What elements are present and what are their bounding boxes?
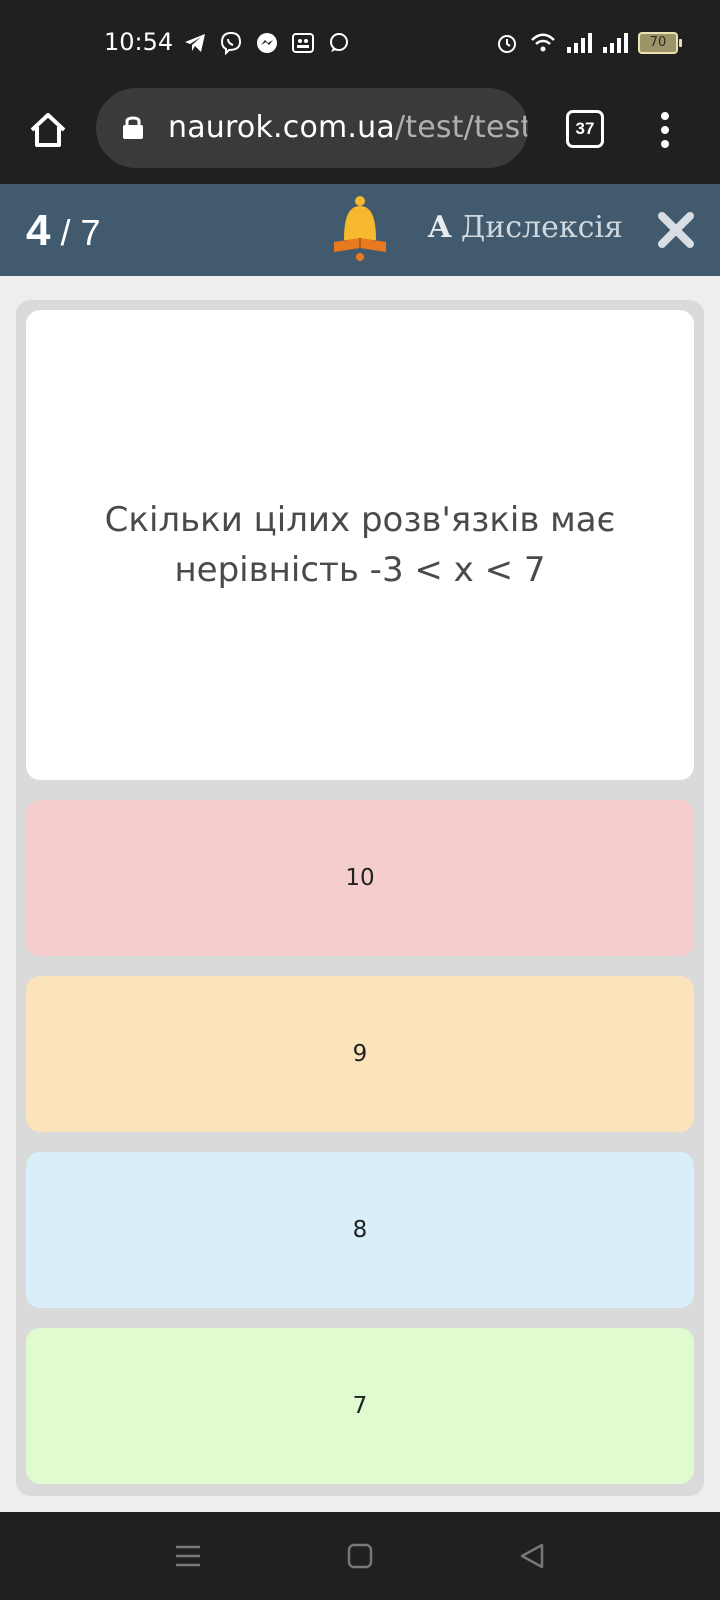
- question-card: Скільки цілих розв'язків має нерівність …: [26, 310, 694, 780]
- dyslexia-label: Дислексія: [460, 210, 623, 245]
- system-icons: 70: [494, 30, 682, 56]
- alarm-icon: [494, 30, 520, 56]
- current-question: 4: [26, 206, 51, 255]
- back-icon[interactable]: [514, 1538, 550, 1574]
- system-nav-bar: [0, 1512, 720, 1600]
- answer-option[interactable]: 10: [26, 800, 694, 956]
- url-host: naurok.com.ua: [168, 110, 395, 145]
- wifi-icon: [530, 30, 556, 56]
- bell-logo-icon: [332, 194, 388, 266]
- battery-indicator: 70: [638, 32, 682, 54]
- chat-icon: [326, 30, 352, 56]
- address-bar[interactable]: naurok.com.ua/test/test: [96, 88, 528, 168]
- counter-separator: /: [50, 212, 81, 253]
- total-questions: 7: [80, 212, 101, 253]
- status-bar: 10:54 70: [0, 0, 720, 86]
- close-icon[interactable]: [656, 210, 696, 250]
- tab-switcher-button[interactable]: 37: [566, 110, 604, 148]
- messenger-icon: [254, 30, 280, 56]
- question-text: Скільки цілих розв'язків має нерівність …: [104, 500, 616, 590]
- recent-apps-icon[interactable]: [170, 1538, 206, 1574]
- answer-option[interactable]: 7: [26, 1328, 694, 1484]
- signal-icon: [602, 30, 628, 56]
- quiz-header: 4 / 7 A Дислексія: [0, 184, 720, 276]
- home-icon[interactable]: [26, 108, 70, 152]
- signal-icon: [566, 30, 592, 56]
- question-counter: 4 / 7: [26, 206, 101, 256]
- home-nav-icon[interactable]: [342, 1538, 378, 1574]
- lock-icon: [122, 114, 144, 140]
- viber-icon: [218, 30, 244, 56]
- telegram-icon: [182, 30, 208, 56]
- gallery-icon: [290, 30, 316, 56]
- dyslexia-toggle[interactable]: A Дислексія: [428, 210, 623, 245]
- url-path: /test/test: [394, 110, 528, 145]
- more-menu-icon[interactable]: [650, 108, 680, 152]
- answer-option[interactable]: 8: [26, 1152, 694, 1308]
- quiz-content: Скільки цілих розв'язків має нерівність …: [16, 300, 704, 1496]
- browser-toolbar: naurok.com.ua/test/test 37: [0, 86, 720, 184]
- status-time: 10:54: [104, 28, 174, 56]
- answer-option[interactable]: 9: [26, 976, 694, 1132]
- url-text: naurok.com.ua/test/test: [168, 110, 528, 145]
- notification-icons: [182, 30, 352, 56]
- dyslexia-letter: A: [428, 210, 452, 245]
